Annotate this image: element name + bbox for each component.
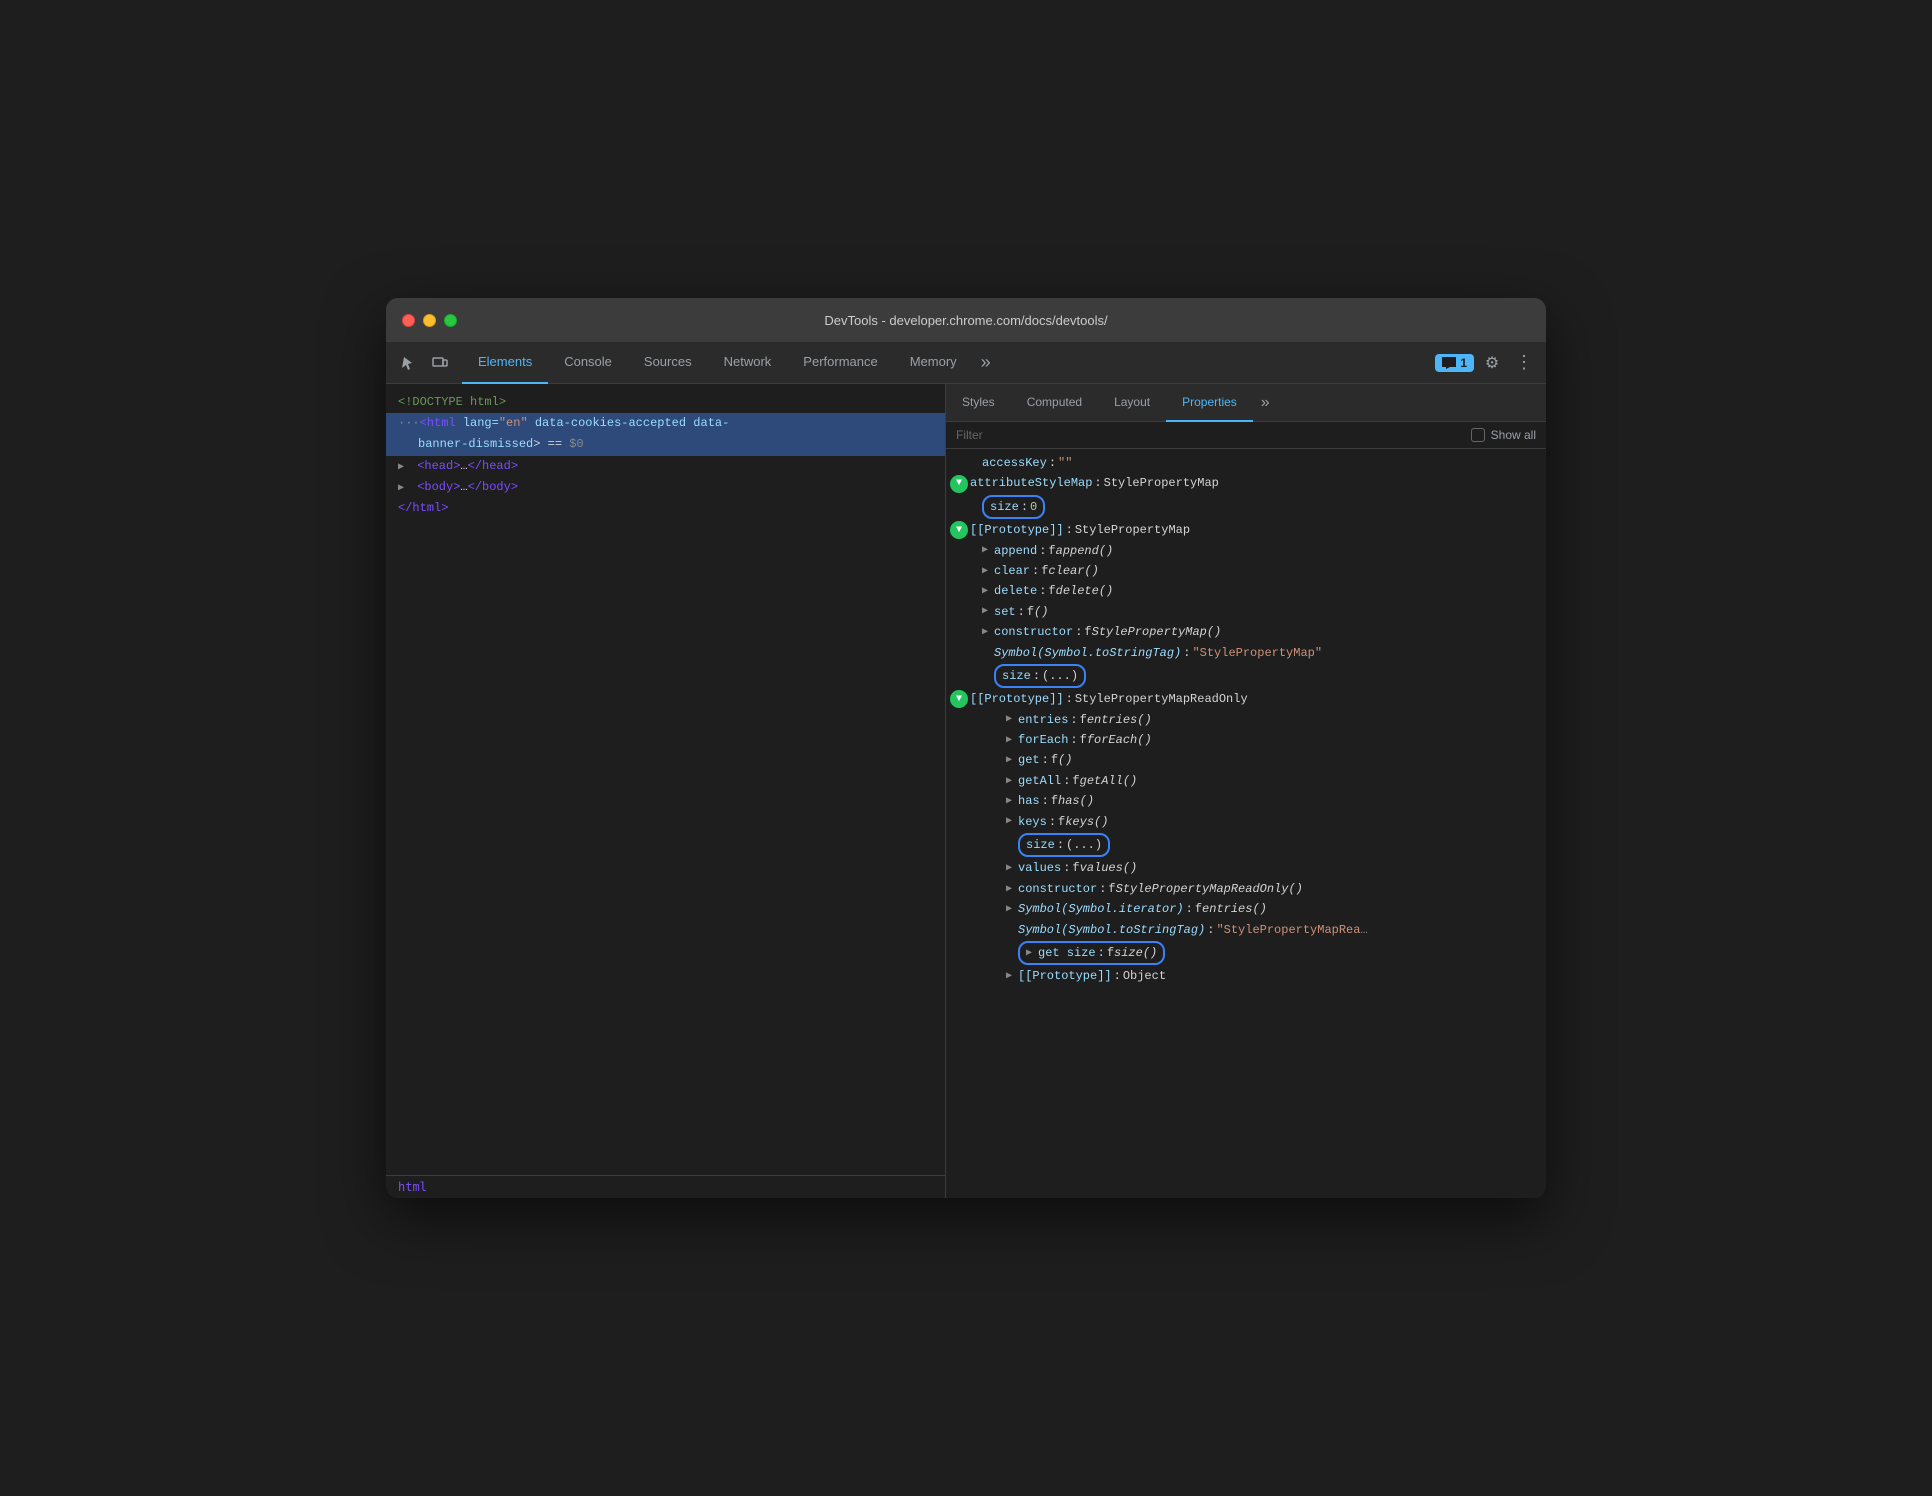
dom-head[interactable]: ▶ <head>…</head>: [386, 456, 945, 477]
prop-size-dots-1: ▶ size: (...): [946, 663, 1546, 689]
top-tab-bar: Elements Console Sources Network Perform…: [386, 342, 1546, 384]
more-right-tabs-button[interactable]: »: [1253, 394, 1278, 412]
size-highlight: size: 0: [982, 495, 1045, 519]
prop-append: ▶ append: f append(): [946, 541, 1546, 561]
show-all-label[interactable]: Show all: [1491, 428, 1536, 442]
dom-html-banner[interactable]: banner-dismissed> == $0: [386, 434, 945, 455]
prop-constructor-2: ▶ constructor: f StylePropertyMapReadOnl…: [946, 879, 1546, 899]
prop-prototype-1[interactable]: ▼ [[Prototype]]: StylePropertyMap: [946, 520, 1546, 540]
expand-circle-icon[interactable]: ▼: [950, 475, 968, 493]
prop-set: ▶ set: f (): [946, 602, 1546, 622]
window-title: DevTools - developer.chrome.com/docs/dev…: [824, 313, 1107, 328]
expand-circle-icon-2[interactable]: ▼: [950, 521, 968, 539]
close-button[interactable]: [402, 314, 415, 327]
prop-accesskey: ▶ accessKey: "": [946, 453, 1546, 473]
tab-memory[interactable]: Memory: [894, 342, 973, 384]
cursor-icon[interactable]: [394, 349, 422, 377]
prop-getall: ▶ getAll: f getAll(): [946, 771, 1546, 791]
prop-entries: ▶ entries: f entries(): [946, 710, 1546, 730]
prop-size-0: ▶ size: 0: [946, 494, 1546, 520]
prop-symbol-2: ▶ Symbol(Symbol.toStringTag): "StyleProp…: [946, 920, 1546, 940]
tab-computed[interactable]: Computed: [1011, 384, 1098, 422]
dom-doctype: <!DOCTYPE html>: [386, 392, 945, 413]
prop-attributestylemap[interactable]: ▼ attributeStyleMap: StylePropertyMap: [946, 473, 1546, 493]
device-toggle-icon[interactable]: [426, 349, 454, 377]
minimize-button[interactable]: [423, 314, 436, 327]
dom-breadcrumb: html: [386, 1175, 945, 1198]
tab-console[interactable]: Console: [548, 342, 628, 384]
show-all-checkbox[interactable]: [1471, 428, 1485, 442]
tab-elements[interactable]: Elements: [462, 342, 548, 384]
prop-symbol-iterator: ▶ Symbol(Symbol.iterator): f entries(): [946, 899, 1546, 919]
properties-panel: ▶ accessKey: "" ▼ attributeStyleMap: Sty…: [946, 449, 1546, 1198]
prop-values: ▶ values: f values(): [946, 858, 1546, 878]
dom-html-line[interactable]: ···<html lang="en" data-cookies-accepted…: [386, 413, 945, 434]
toolbar-icons: [394, 349, 454, 377]
prop-foreach: ▶ forEach: f forEach(): [946, 730, 1546, 750]
tab-performance[interactable]: Performance: [787, 342, 893, 384]
more-tabs-button[interactable]: »: [973, 342, 999, 384]
feedback-badge[interactable]: 1: [1435, 354, 1474, 372]
tab-network[interactable]: Network: [708, 342, 788, 384]
prop-prototype-object: ▶ [[Prototype]]: Object: [946, 966, 1546, 986]
right-panel: Styles Computed Layout Properties »: [946, 384, 1546, 1198]
prop-get-size: ▶ ▶ get size: f size(): [946, 940, 1546, 966]
prop-clear: ▶ clear: f clear(): [946, 561, 1546, 581]
prop-prototype-2[interactable]: ▼ [[Prototype]]: StylePropertyMapReadOnl…: [946, 689, 1546, 709]
prop-constructor-1: ▶ constructor: f StylePropertyMap(): [946, 622, 1546, 642]
size-highlight-3: size: (...): [1018, 833, 1110, 857]
dom-panel: <!DOCTYPE html> ···<html lang="en" data-…: [386, 384, 946, 1198]
dom-tree: <!DOCTYPE html> ···<html lang="en" data-…: [386, 384, 945, 1175]
tab-properties[interactable]: Properties: [1166, 384, 1253, 422]
prop-symbol-1: ▶ Symbol(Symbol.toStringTag): "StyleProp…: [946, 643, 1546, 663]
prop-has: ▶ has: f has(): [946, 791, 1546, 811]
devtools: Elements Console Sources Network Perform…: [386, 342, 1546, 1198]
tab-bar-right: 1 ⚙ ⋮: [1435, 349, 1538, 377]
right-tab-bar: Styles Computed Layout Properties »: [946, 384, 1546, 422]
tab-layout[interactable]: Layout: [1098, 384, 1166, 422]
main-split: <!DOCTYPE html> ···<html lang="en" data-…: [386, 384, 1546, 1198]
filter-bar: Show all: [946, 422, 1546, 449]
maximize-button[interactable]: [444, 314, 457, 327]
prop-delete: ▶ delete: f delete(): [946, 581, 1546, 601]
tab-sources[interactable]: Sources: [628, 342, 708, 384]
prop-get: ▶ get: f (): [946, 750, 1546, 770]
dom-body[interactable]: ▶ <body>…</body>: [386, 477, 945, 498]
more-options-icon[interactable]: ⋮: [1510, 349, 1538, 377]
prop-keys: ▶ keys: f keys(): [946, 812, 1546, 832]
show-all-container: Show all: [1471, 428, 1536, 442]
dom-html-close: </html>: [386, 498, 945, 519]
settings-icon[interactable]: ⚙: [1478, 349, 1506, 377]
getter-highlight: ▶ get size: f size(): [1018, 941, 1165, 965]
devtools-window: DevTools - developer.chrome.com/docs/dev…: [386, 298, 1546, 1198]
titlebar: DevTools - developer.chrome.com/docs/dev…: [386, 298, 1546, 342]
tab-styles[interactable]: Styles: [946, 384, 1011, 422]
prop-size-dots-2: ▶ size: (...): [946, 832, 1546, 858]
filter-input[interactable]: [956, 428, 1461, 442]
size-highlight-2: size: (...): [994, 664, 1086, 688]
expand-circle-icon-3[interactable]: ▼: [950, 690, 968, 708]
